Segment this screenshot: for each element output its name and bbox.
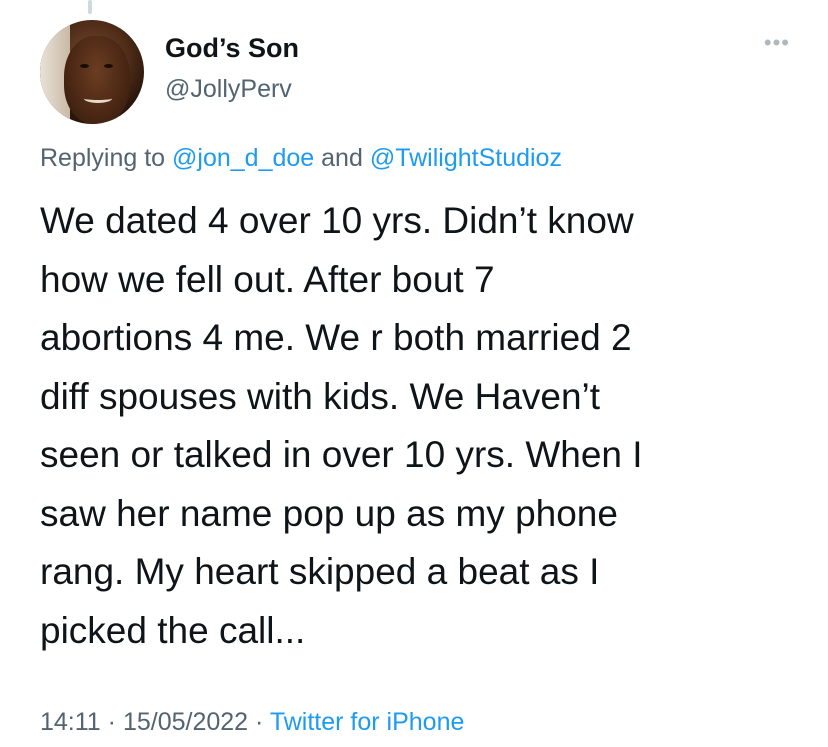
tweet-text: We dated 4 over 10 yrs. Didn’t know how …: [40, 192, 800, 660]
tweet-time[interactable]: 14:11: [40, 708, 101, 736]
tweet-text-line: seen or talked in over 10 yrs. When I: [40, 434, 643, 475]
avatar-eye-left: [80, 64, 89, 68]
tweet-text-line: rang. My heart skipped a beat as I: [40, 551, 600, 592]
tweet-meta: 14:11 · 15/05/2022 · Twitter for iPhone: [40, 708, 464, 737]
author-display-name[interactable]: God’s Son: [165, 33, 299, 64]
tweet-text-line: saw her name pop up as my phone: [40, 492, 618, 534]
thread-connector-line: [88, 0, 92, 14]
replying-prefix: Replying to: [40, 144, 166, 172]
avatar[interactable]: [40, 20, 144, 124]
mention-link-1[interactable]: @jon_d_doe: [172, 144, 314, 172]
more-options-icon[interactable]: •••: [764, 30, 790, 56]
meta-separator: ·: [255, 708, 264, 736]
replying-to-line: Replying to @jon_d_doe and @TwilightStud…: [40, 144, 562, 173]
tweet-date[interactable]: 15/05/2022: [123, 708, 248, 736]
author-handle[interactable]: @JollyPerv: [165, 75, 292, 104]
replying-joiner: and: [321, 144, 363, 172]
avatar-eye-right: [104, 64, 113, 68]
avatar-smile: [84, 94, 112, 103]
tweet-text-line: diff spouses with kids. We Haven’t: [40, 375, 601, 417]
mention-link-2[interactable]: @TwilightStudioz: [370, 144, 562, 172]
tweet-text-line: We dated 4 over 10 yrs. Didn’t know: [40, 200, 634, 241]
tweet-text-line: how we fell out. After bout 7: [40, 258, 495, 300]
tweet-text-line: abortions 4 me. We r both married 2: [40, 317, 632, 358]
tweet-text-line: picked the call...: [40, 609, 306, 651]
avatar-face: [64, 36, 130, 124]
meta-separator: ·: [107, 708, 116, 736]
tweet-source-link[interactable]: Twitter for iPhone: [270, 708, 465, 736]
tweet-card: God’s Son @JollyPerv ••• Replying to @jo…: [0, 0, 828, 747]
